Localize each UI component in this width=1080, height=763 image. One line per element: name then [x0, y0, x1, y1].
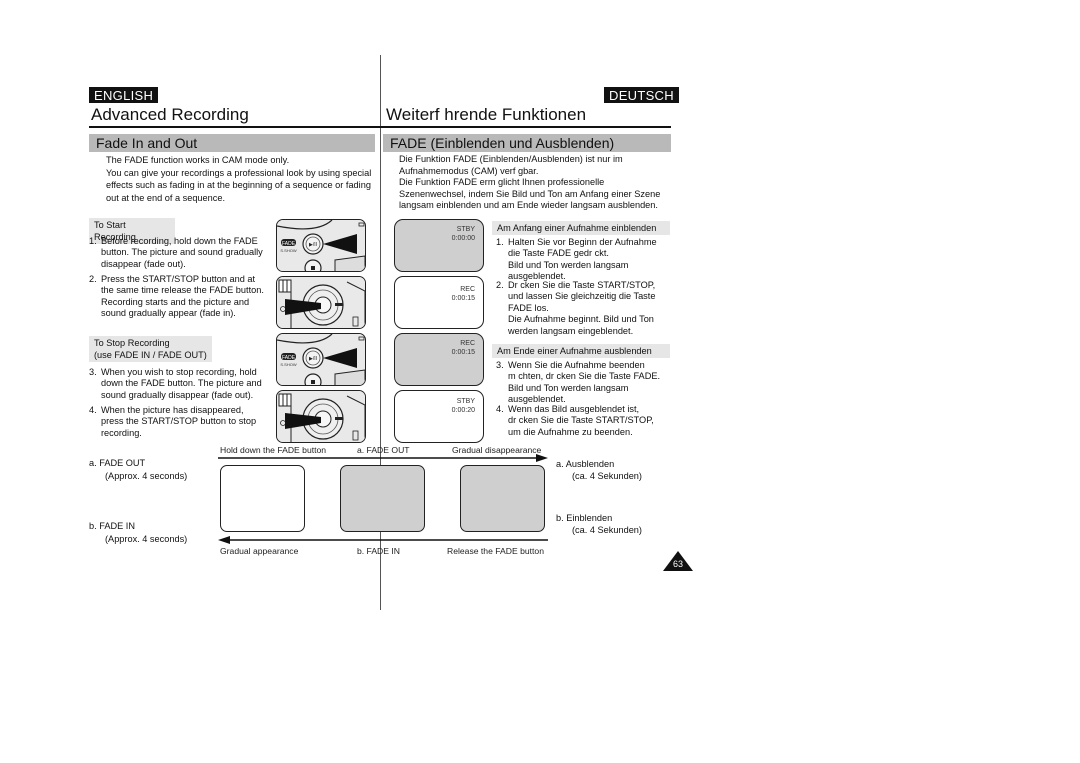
- camcorder-fade-button-illustration: FADE S.SHOW ▶/II: [276, 333, 366, 386]
- section-heading-deutsch: FADE (Einblenden und Ausblenden): [383, 134, 671, 152]
- fade-label: FADE: [282, 355, 296, 361]
- tick-line: [380, 556, 381, 564]
- lcd-screen-1: STBY 0:00:00: [394, 219, 484, 272]
- lcd-screen-4: STBY 0:00:20: [394, 390, 484, 443]
- lcd-time-2: 0:00:15: [451, 295, 475, 302]
- lcd-mode-4: STBY: [456, 398, 475, 405]
- sshow-label: S.SHOW: [280, 248, 296, 253]
- lcd-screen-3: REC 0:00:15: [394, 333, 484, 386]
- language-badge-deutsch: DEUTSCH: [604, 87, 679, 103]
- camcorder-start-stop-illustration: [276, 276, 366, 329]
- step-1-deutsch: 1. Halten Sie vor Beginn der Aufnahme di…: [496, 237, 657, 282]
- intro-deutsch: Die Funktion FADE (Einblenden/Ausblenden…: [399, 154, 661, 211]
- step-4-deutsch: 4. Wenn das Bild ausgeblendet ist, dr ck…: [496, 404, 654, 437]
- fade-in-label-english: b. FADE IN (Approx. 4 seconds): [89, 521, 188, 544]
- fade-button-icon: FADES.SHOW ▶/II: [277, 220, 365, 271]
- step-1-english: 1. Before recording, hold down the FADE …: [89, 236, 263, 269]
- fade-out-label-english: a. FADE OUT (Approx. 4 seconds): [89, 458, 188, 481]
- lcd-time-3: 0:00:15: [451, 349, 475, 356]
- play-pause-label: ▶/II: [309, 356, 317, 362]
- camcorder-start-stop-illustration: [276, 390, 366, 443]
- step-3-english: 3. When you wish to stop recording, hold…: [89, 367, 262, 400]
- fade-in-label-deutsch: b. Einblenden (ca. 4 Sekunden): [556, 513, 642, 535]
- page-title-english: Advanced Recording: [91, 105, 249, 124]
- page-title-deutsch: Weiterf hrende Funktionen: [386, 105, 587, 124]
- fade-out-arrow: [218, 454, 548, 462]
- fade-button-icon: FADES.SHOW ▶/II: [277, 334, 365, 385]
- lcd-mode-1: STBY: [456, 226, 475, 233]
- fade-frame-2: [340, 465, 425, 532]
- section-heading-english: Fade In and Out: [89, 134, 375, 152]
- step-3-deutsch: 3. Wenn Sie die Aufnahme beenden m chten…: [496, 360, 661, 405]
- fade-label: FADE: [282, 241, 296, 247]
- lcd-screen-2: REC 0:00:15: [394, 276, 484, 329]
- step-4-english: 4. When the picture has disappeared, pre…: [89, 405, 257, 438]
- lcd-mode-3: REC: [460, 340, 475, 347]
- step-2-english: 2. Press the START/STOP button and at th…: [89, 274, 264, 319]
- caption-b-fade-in: b. FADE IN: [357, 546, 400, 556]
- title-rule-right: [380, 126, 671, 128]
- lcd-mode-2: REC: [460, 286, 475, 293]
- language-badge-english: ENGLISH: [89, 87, 159, 103]
- fade-frame-3: [460, 465, 545, 532]
- intro-english: The FADE function works in CAM mode only…: [106, 155, 372, 203]
- caption-gradual-appearance: Gradual appearance: [220, 546, 299, 556]
- subheading-stop-recording: To Stop Recording (use FADE IN / FADE OU…: [89, 336, 212, 362]
- start-stop-button-icon: [277, 277, 365, 328]
- subheading-einblenden: Am Anfang einer Aufnahme einblenden: [492, 221, 670, 235]
- subheading-ausblenden: Am Ende einer Aufnahme ausblenden: [492, 344, 670, 358]
- lcd-time-1: 0:00:00: [451, 235, 475, 242]
- step-2-deutsch: 2. Dr cken Sie die Taste START/STOP, und…: [496, 280, 656, 336]
- page-number: 63: [672, 559, 683, 569]
- sshow-label: S.SHOW: [280, 362, 296, 367]
- lcd-time-4: 0:00:20: [451, 407, 475, 414]
- caption-release-fade: Release the FADE button: [447, 546, 544, 556]
- camcorder-fade-button-illustration: FADE S.SHOW ▶/II: [276, 219, 366, 272]
- page-number-badge: 63: [663, 551, 693, 571]
- play-pause-label: ▶/II: [309, 242, 317, 248]
- title-rule-left: [89, 126, 380, 128]
- start-stop-button-icon: [277, 391, 365, 442]
- fade-out-label-deutsch: a. Ausblenden (ca. 4 Sekunden): [556, 459, 642, 481]
- fade-frame-1: [220, 465, 305, 532]
- fade-in-arrow: [218, 536, 548, 544]
